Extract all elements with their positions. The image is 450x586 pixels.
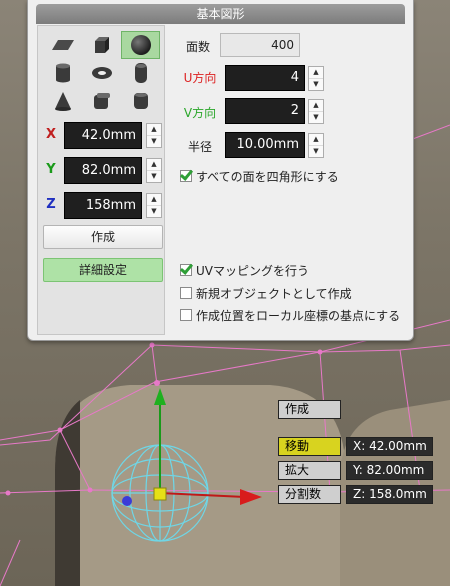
spinner-up-icon[interactable]: ▲	[309, 134, 323, 146]
x-coordinate-row: X 42.0mm ▲ ▼	[43, 122, 163, 149]
shape-rounded-cylinder-button[interactable]	[121, 87, 160, 115]
new-object-option[interactable]: 新規オブジェクトとして作成	[180, 284, 352, 302]
shape-capsule-button[interactable]	[121, 59, 160, 87]
y-coordinate-row: Y 82.0mm ▲ ▼	[43, 157, 163, 184]
shape-sphere-button[interactable]	[121, 31, 160, 59]
faces-field: 400	[220, 33, 300, 57]
uv-mapping-option[interactable]: UVマッピングを行う	[180, 261, 309, 279]
spinner-up-icon[interactable]: ▲	[147, 194, 161, 206]
faces-label: 面数	[185, 40, 210, 54]
torus-icon	[91, 67, 112, 79]
x-input[interactable]: 42.0mm	[64, 122, 142, 149]
v-direction-input[interactable]: 2	[225, 98, 305, 124]
u-direction-input[interactable]: 4	[225, 65, 305, 91]
spinner-down-icon[interactable]: ▼	[147, 206, 161, 218]
local-origin-option[interactable]: 作成位置をローカル座標の基点にする	[180, 306, 400, 324]
z-axis-handle	[122, 496, 132, 506]
uv-mapping-label: UVマッピングを行う	[196, 263, 309, 278]
viewport-create-button[interactable]: 作成	[278, 400, 341, 419]
sphere-icon	[130, 35, 151, 55]
checkbox-unchecked-icon[interactable]	[180, 309, 192, 321]
move-mode-button[interactable]: 移動	[278, 437, 341, 456]
radius-input[interactable]: 10.00mm	[225, 132, 305, 158]
shape-cube-button[interactable]	[82, 31, 121, 59]
center-handle	[153, 487, 167, 501]
z-coordinate-row: Z 158mm ▲ ▼	[43, 192, 163, 219]
shape-palette	[43, 31, 160, 115]
x-label: X	[45, 127, 57, 142]
checkbox-checked-icon[interactable]	[180, 170, 192, 182]
local-origin-label: 作成位置をローカル座標の基点にする	[196, 308, 401, 323]
shape-torus-button[interactable]	[82, 59, 121, 87]
x-spinner[interactable]: ▲ ▼	[146, 123, 162, 148]
spinner-down-icon[interactable]: ▼	[309, 146, 323, 158]
scale-mode-button[interactable]: 拡大	[278, 461, 341, 480]
shape-plane-button[interactable]	[43, 31, 82, 59]
cylinder-icon	[55, 63, 70, 83]
radius-label: 半径	[187, 140, 212, 154]
spinner-down-icon[interactable]: ▼	[309, 112, 323, 124]
v-direction-spinner[interactable]: ▲ ▼	[308, 99, 324, 124]
rounded-cube-icon	[93, 93, 110, 109]
cube-icon	[94, 37, 109, 53]
quad-faces-option[interactable]: すべての面を四角形にする	[180, 167, 339, 185]
y-spinner[interactable]: ▲ ▼	[146, 158, 162, 183]
v-direction-label: V方向	[183, 106, 217, 120]
shape-rounded-cube-button[interactable]	[82, 87, 121, 115]
spinner-up-icon[interactable]: ▲	[147, 159, 161, 171]
radius-spinner[interactable]: ▲ ▼	[308, 133, 324, 158]
spinner-down-icon[interactable]: ▼	[309, 79, 323, 91]
spinner-up-icon[interactable]: ▲	[147, 124, 161, 136]
shape-cone-button[interactable]	[43, 87, 82, 115]
cone-icon	[54, 92, 71, 111]
z-spinner[interactable]: ▲ ▼	[146, 193, 162, 218]
y-label: Y	[46, 162, 56, 177]
u-direction-spinner[interactable]: ▲ ▼	[308, 66, 324, 91]
u-direction-label: U方向	[183, 71, 217, 85]
create-button[interactable]: 作成	[43, 225, 163, 249]
capsule-icon	[134, 63, 147, 83]
y-readout: Y: 82.00mm	[346, 461, 433, 480]
detail-settings-button[interactable]: 詳細設定	[43, 258, 163, 282]
y-input[interactable]: 82.0mm	[64, 157, 142, 184]
left-controls: X 42.0mm ▲ ▼ Y 82.0mm ▲ ▼ Z 158mm ▲ ▼ 作成 詳細…	[37, 25, 165, 335]
x-readout: X: 42.00mm	[346, 437, 433, 456]
panel-title[interactable]: 基本図形	[36, 4, 405, 24]
subdivide-button[interactable]: 分割数	[278, 485, 341, 504]
z-label: Z	[46, 197, 56, 212]
spinner-down-icon[interactable]: ▼	[147, 136, 161, 148]
z-input[interactable]: 158mm	[64, 192, 142, 219]
checkbox-checked-icon[interactable]	[180, 264, 192, 276]
shape-cylinder-button[interactable]	[43, 59, 82, 87]
plane-icon	[51, 40, 74, 50]
quad-faces-label: すべての面を四角形にする	[196, 169, 339, 184]
spinner-down-icon[interactable]: ▼	[147, 171, 161, 183]
checkbox-unchecked-icon[interactable]	[180, 287, 192, 299]
z-readout: Z: 158.0mm	[346, 485, 433, 504]
spinner-up-icon[interactable]: ▲	[309, 67, 323, 79]
spinner-up-icon[interactable]: ▲	[309, 100, 323, 112]
new-object-label: 新規オブジェクトとして作成	[196, 286, 352, 301]
rounded-cylinder-icon	[133, 93, 148, 109]
primitive-panel: 基本図形 X 42.0mm ▲ ▼ Y 82.0mm ▲ ▼ Z 158mm ▲…	[27, 0, 414, 341]
